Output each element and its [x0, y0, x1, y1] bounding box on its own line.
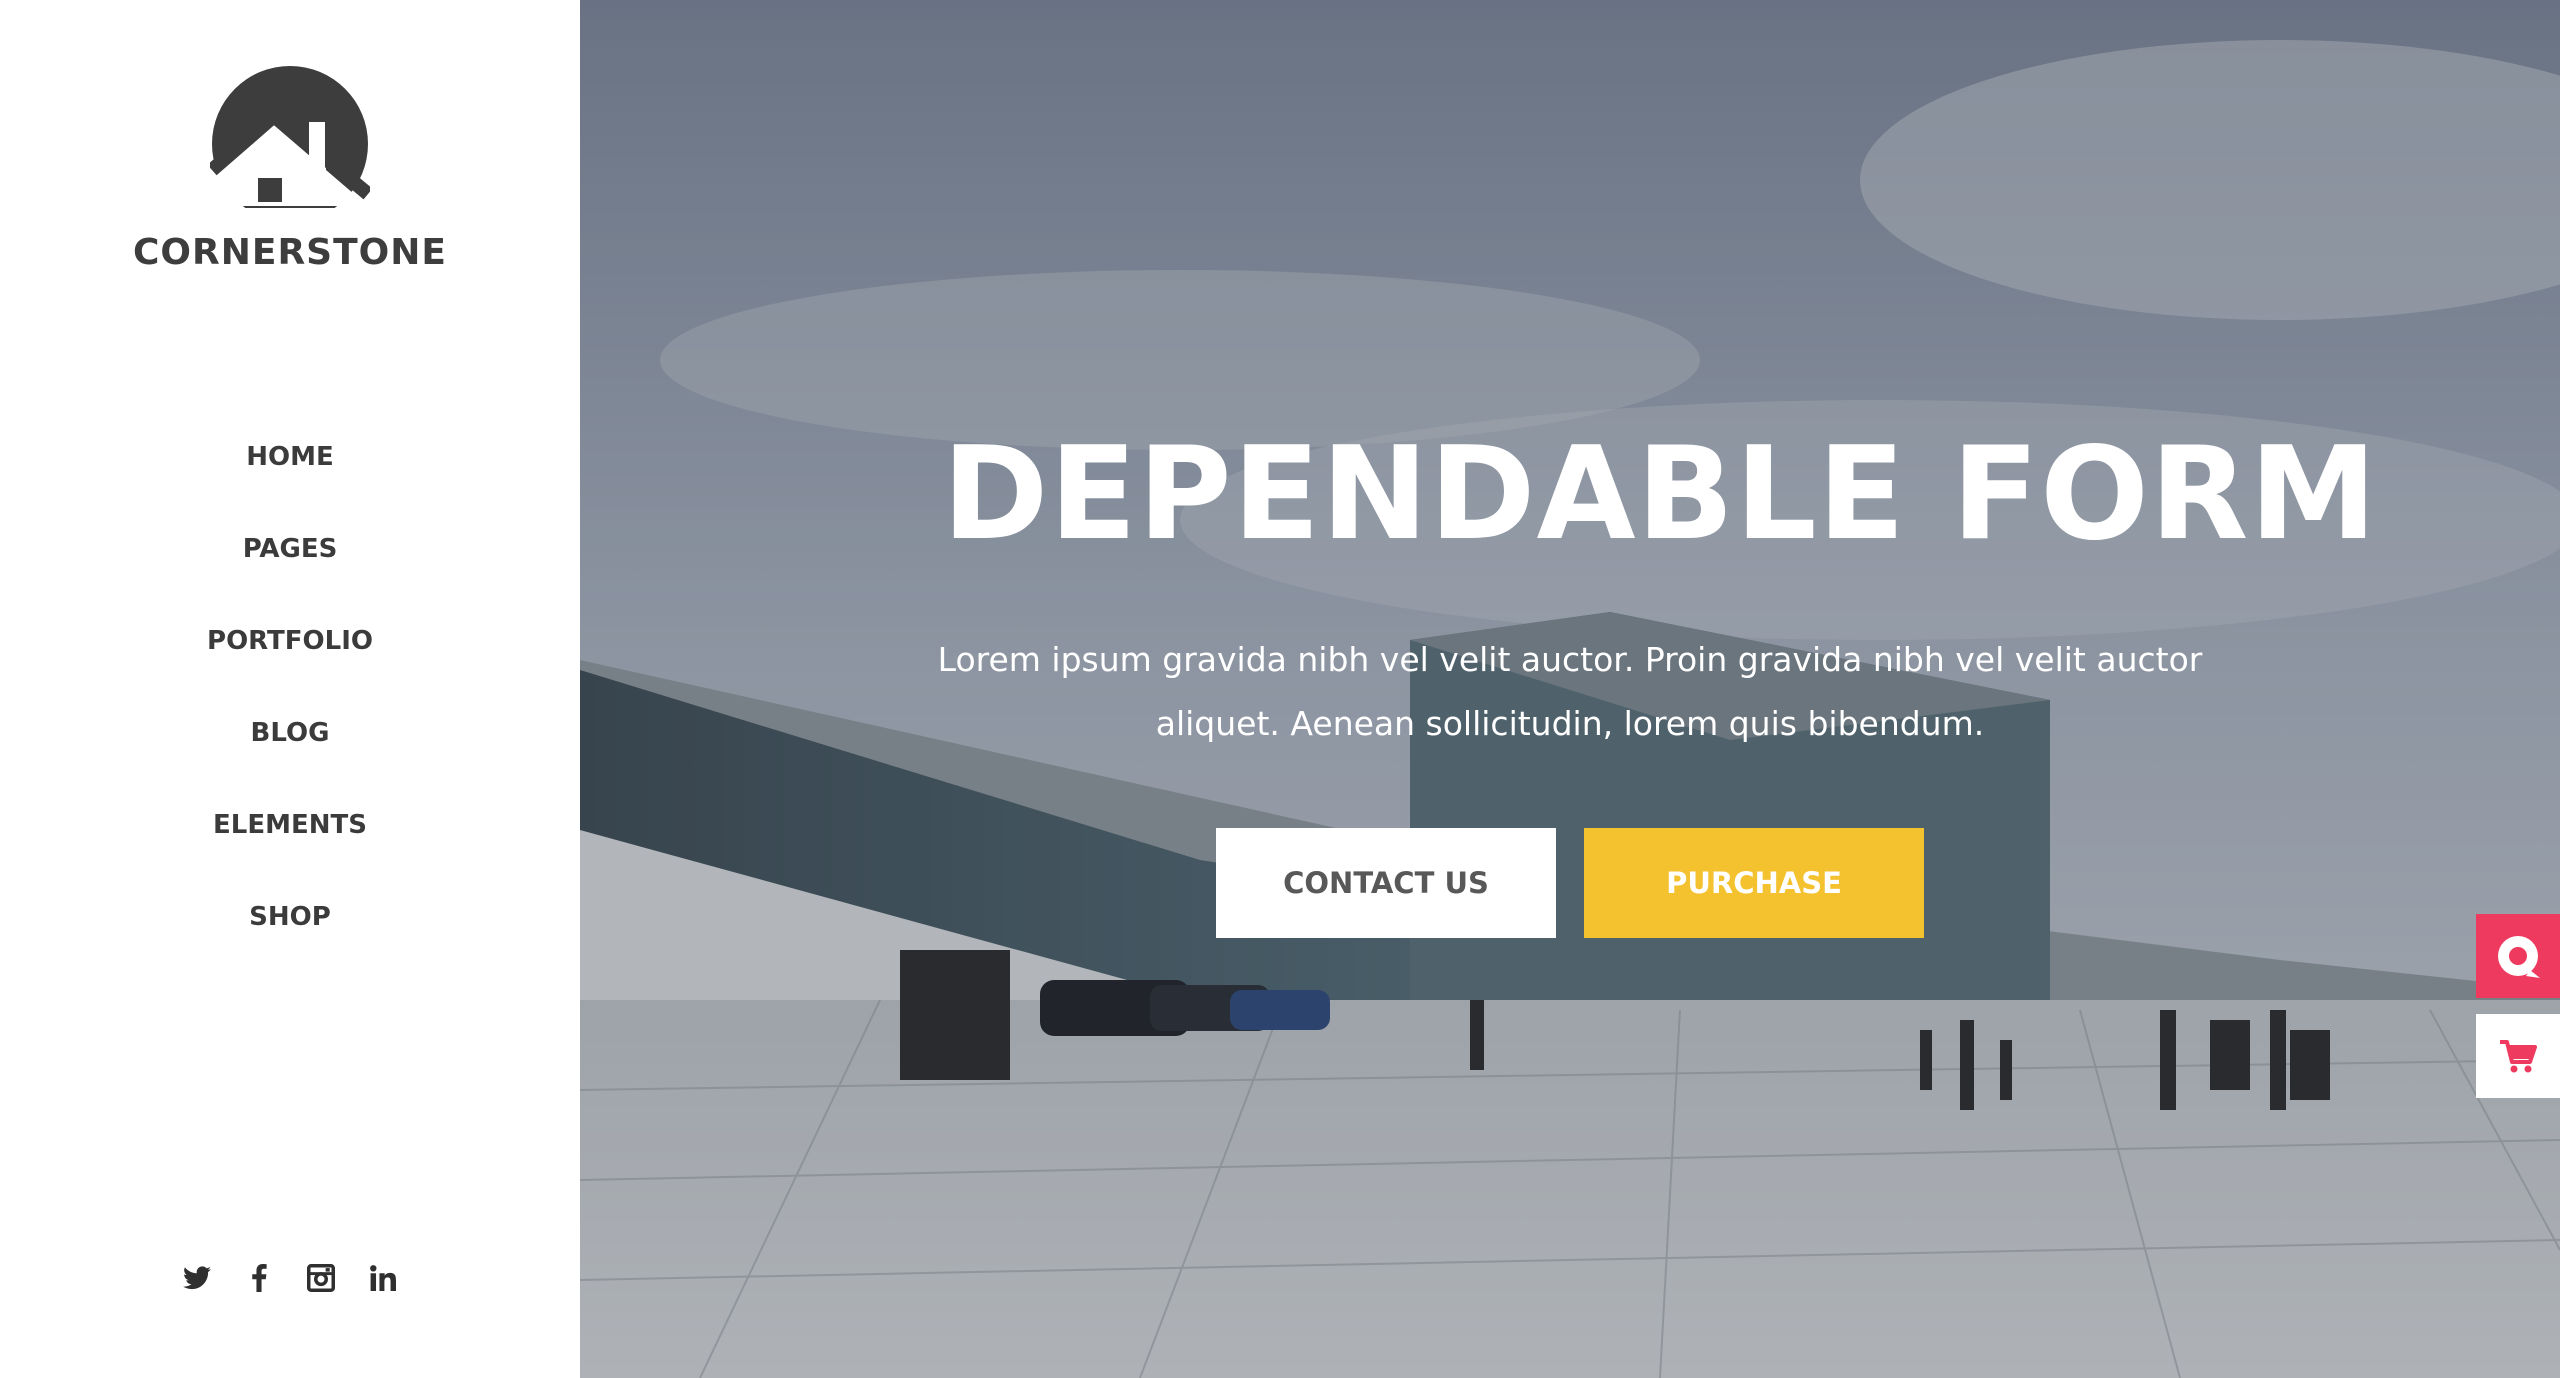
- contact-us-button[interactable]: CONTACT US: [1216, 828, 1556, 938]
- cart-widget-button[interactable]: [2476, 1014, 2560, 1098]
- hero-title: DEPENDABLE FORM: [942, 420, 2378, 569]
- nav-item-home[interactable]: HOME: [0, 428, 580, 520]
- hero-section: DEPENDABLE FORM Lorem ipsum gravida nibh…: [580, 0, 2560, 1378]
- chat-bubble-icon: [2498, 936, 2540, 978]
- chat-widget-button[interactable]: [2476, 914, 2560, 998]
- linkedin-icon[interactable]: [367, 1262, 399, 1294]
- instagram-icon[interactable]: [305, 1262, 337, 1294]
- shopping-cart-icon: [2500, 1040, 2537, 1073]
- main-nav: HOME PAGES PORTFOLIO BLOG ELEMENTS SHOP: [0, 428, 580, 980]
- brand-name: CORNERSTONE: [133, 232, 447, 273]
- facebook-icon[interactable]: [243, 1262, 275, 1294]
- purchase-button[interactable]: PURCHASE: [1584, 828, 1924, 938]
- social-links: [0, 1262, 580, 1294]
- nav-item-elements[interactable]: ELEMENTS: [0, 796, 580, 888]
- nav-item-blog[interactable]: BLOG: [0, 704, 580, 796]
- nav-item-portfolio[interactable]: PORTFOLIO: [0, 612, 580, 704]
- twitter-icon[interactable]: [181, 1262, 213, 1294]
- house-circle-logo-icon: [210, 66, 370, 208]
- hero-description: Lorem ipsum gravida nibh vel velit aucto…: [937, 640, 2203, 743]
- logo[interactable]: CORNERSTONE: [0, 66, 580, 273]
- sidebar: CORNERSTONE HOME PAGES PORTFOLIO BLOG EL…: [0, 0, 580, 1378]
- nav-item-shop[interactable]: SHOP: [0, 888, 580, 980]
- nav-item-pages[interactable]: PAGES: [0, 520, 580, 612]
